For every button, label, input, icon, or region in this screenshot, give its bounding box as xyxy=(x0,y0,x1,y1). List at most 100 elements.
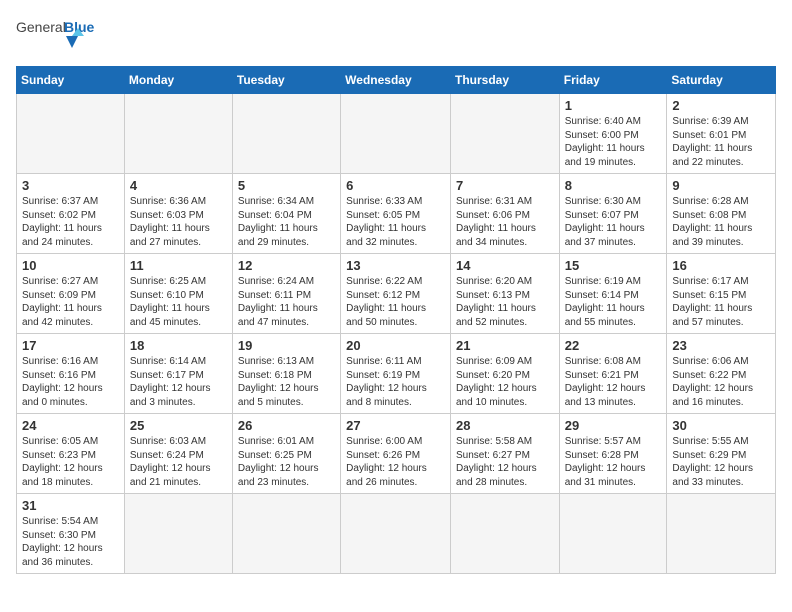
day-info: Sunrise: 6:05 AM Sunset: 6:23 PM Dayligh… xyxy=(22,435,119,489)
calendar-week-row: 1Sunrise: 6:40 AM Sunset: 6:00 PM Daylig… xyxy=(17,94,776,174)
calendar-week-row: 31 Sunrise: 5:54 AM Sunset: 6:30 PM Dayli… xyxy=(17,494,776,574)
day-number: 2 xyxy=(672,98,770,113)
day-number: 23 xyxy=(672,338,770,353)
day-number: 7 xyxy=(456,178,554,193)
day-number: 27 xyxy=(346,418,445,433)
day-info: Sunrise: 5:58 AM Sunset: 6:27 PM Dayligh… xyxy=(456,435,554,489)
weekday-header-sunday: Sunday xyxy=(17,67,125,94)
day-number: 9 xyxy=(672,178,770,193)
svg-text:General: General xyxy=(16,19,66,35)
day-info: Sunrise: 6:14 AM Sunset: 6:17 PM Dayligh… xyxy=(130,355,227,409)
day-number: 21 xyxy=(456,338,554,353)
calendar-cell: 10Sunrise: 6:27 AM Sunset: 6:09 PM Dayli… xyxy=(17,254,125,334)
calendar-cell: 12Sunrise: 6:24 AM Sunset: 6:11 PM Dayli… xyxy=(232,254,340,334)
day-number: 13 xyxy=(346,258,445,273)
day-info: Sunrise: 6:08 AM Sunset: 6:21 PM Dayligh… xyxy=(565,355,662,409)
calendar-week-row: 17Sunrise: 6:16 AM Sunset: 6:16 PM Dayli… xyxy=(17,334,776,414)
calendar-cell: 18 Sunrise: 6:14 AM Sunset: 6:17 PM Dayli… xyxy=(124,334,232,414)
day-info: Sunrise: 6:31 AM Sunset: 6:06 PM Dayligh… xyxy=(456,195,554,249)
calendar-cell: 3 Sunrise: 6:37 AM Sunset: 6:02 PM Daylig… xyxy=(17,174,125,254)
calendar-cell: 16 Sunrise: 6:17 AM Sunset: 6:15 PM Dayli… xyxy=(667,254,776,334)
calendar-cell: 4 Sunrise: 6:36 AM Sunset: 6:03 PM Daylig… xyxy=(124,174,232,254)
day-number: 1 xyxy=(565,98,662,113)
calendar-cell: 27 Sunrise: 6:00 AM Sunset: 6:26 PM Dayli… xyxy=(341,414,451,494)
day-info: Sunrise: 6:36 AM Sunset: 6:03 PM Dayligh… xyxy=(130,195,227,249)
day-info: Sunrise: 6:33 AM Sunset: 6:05 PM Dayligh… xyxy=(346,195,445,249)
calendar-table: SundayMondayTuesdayWednesdayThursdayFrid… xyxy=(16,66,776,574)
day-info: Sunrise: 6:11 AM Sunset: 6:19 PM Dayligh… xyxy=(346,355,445,409)
day-info: Sunrise: 6:03 AM Sunset: 6:24 PM Dayligh… xyxy=(130,435,227,489)
calendar-cell: 31 Sunrise: 5:54 AM Sunset: 6:30 PM Dayli… xyxy=(17,494,125,574)
day-info: Sunrise: 5:54 AM Sunset: 6:30 PM Dayligh… xyxy=(22,515,119,569)
calendar-cell: 11 Sunrise: 6:25 AM Sunset: 6:10 PM Dayli… xyxy=(124,254,232,334)
calendar-cell: 29 Sunrise: 5:57 AM Sunset: 6:28 PM Dayli… xyxy=(559,414,667,494)
day-number: 6 xyxy=(346,178,445,193)
calendar-cell xyxy=(341,94,451,174)
day-number: 11 xyxy=(130,258,227,273)
calendar-cell: 17Sunrise: 6:16 AM Sunset: 6:16 PM Dayli… xyxy=(17,334,125,414)
day-info: Sunrise: 6:01 AM Sunset: 6:25 PM Dayligh… xyxy=(238,435,335,489)
weekday-header-monday: Monday xyxy=(124,67,232,94)
calendar-cell: 2Sunrise: 6:39 AM Sunset: 6:01 PM Daylig… xyxy=(667,94,776,174)
day-number: 29 xyxy=(565,418,662,433)
calendar-cell: 6 Sunrise: 6:33 AM Sunset: 6:05 PM Daylig… xyxy=(341,174,451,254)
day-info: Sunrise: 5:57 AM Sunset: 6:28 PM Dayligh… xyxy=(565,435,662,489)
calendar-cell xyxy=(450,494,559,574)
day-number: 3 xyxy=(22,178,119,193)
day-info: Sunrise: 6:30 AM Sunset: 6:07 PM Dayligh… xyxy=(565,195,662,249)
day-number: 26 xyxy=(238,418,335,433)
day-info: Sunrise: 6:19 AM Sunset: 6:14 PM Dayligh… xyxy=(565,275,662,329)
weekday-header-saturday: Saturday xyxy=(667,67,776,94)
calendar-cell: 5 Sunrise: 6:34 AM Sunset: 6:04 PM Daylig… xyxy=(232,174,340,254)
calendar-cell: 22 Sunrise: 6:08 AM Sunset: 6:21 PM Dayli… xyxy=(559,334,667,414)
day-number: 5 xyxy=(238,178,335,193)
calendar-cell: 21 Sunrise: 6:09 AM Sunset: 6:20 PM Dayli… xyxy=(450,334,559,414)
day-number: 25 xyxy=(130,418,227,433)
day-info: Sunrise: 6:00 AM Sunset: 6:26 PM Dayligh… xyxy=(346,435,445,489)
day-number: 8 xyxy=(565,178,662,193)
calendar-cell xyxy=(559,494,667,574)
calendar-week-row: 10Sunrise: 6:27 AM Sunset: 6:09 PM Dayli… xyxy=(17,254,776,334)
day-number: 14 xyxy=(456,258,554,273)
day-number: 10 xyxy=(22,258,119,273)
day-number: 31 xyxy=(22,498,119,513)
weekday-header-wednesday: Wednesday xyxy=(341,67,451,94)
weekday-header-tuesday: Tuesday xyxy=(232,67,340,94)
calendar-cell: 26 Sunrise: 6:01 AM Sunset: 6:25 PM Dayli… xyxy=(232,414,340,494)
day-info: Sunrise: 6:13 AM Sunset: 6:18 PM Dayligh… xyxy=(238,355,335,409)
day-number: 18 xyxy=(130,338,227,353)
day-info: Sunrise: 6:34 AM Sunset: 6:04 PM Dayligh… xyxy=(238,195,335,249)
day-number: 19 xyxy=(238,338,335,353)
calendar-cell: 8 Sunrise: 6:30 AM Sunset: 6:07 PM Daylig… xyxy=(559,174,667,254)
day-info: Sunrise: 6:09 AM Sunset: 6:20 PM Dayligh… xyxy=(456,355,554,409)
generalblue-logo: GeneralBlue xyxy=(16,16,106,56)
calendar-cell xyxy=(450,94,559,174)
day-number: 16 xyxy=(672,258,770,273)
calendar-cell: 15 Sunrise: 6:19 AM Sunset: 6:14 PM Dayli… xyxy=(559,254,667,334)
day-number: 4 xyxy=(130,178,227,193)
day-number: 22 xyxy=(565,338,662,353)
day-number: 15 xyxy=(565,258,662,273)
calendar-cell xyxy=(667,494,776,574)
day-info: Sunrise: 6:25 AM Sunset: 6:10 PM Dayligh… xyxy=(130,275,227,329)
day-info: Sunrise: 6:06 AM Sunset: 6:22 PM Dayligh… xyxy=(672,355,770,409)
calendar-cell: 19 Sunrise: 6:13 AM Sunset: 6:18 PM Dayli… xyxy=(232,334,340,414)
calendar-cell: 14Sunrise: 6:20 AM Sunset: 6:13 PM Dayli… xyxy=(450,254,559,334)
calendar-cell xyxy=(232,494,340,574)
calendar-week-row: 24Sunrise: 6:05 AM Sunset: 6:23 PM Dayli… xyxy=(17,414,776,494)
day-info: Sunrise: 6:17 AM Sunset: 6:15 PM Dayligh… xyxy=(672,275,770,329)
day-number: 12 xyxy=(238,258,335,273)
calendar-cell xyxy=(124,494,232,574)
day-number: 28 xyxy=(456,418,554,433)
page-header: GeneralBlue xyxy=(16,16,776,56)
calendar-cell: 9 Sunrise: 6:28 AM Sunset: 6:08 PM Daylig… xyxy=(667,174,776,254)
calendar-cell: 25 Sunrise: 6:03 AM Sunset: 6:24 PM Dayli… xyxy=(124,414,232,494)
day-info: Sunrise: 6:28 AM Sunset: 6:08 PM Dayligh… xyxy=(672,195,770,249)
weekday-header-thursday: Thursday xyxy=(450,67,559,94)
day-number: 17 xyxy=(22,338,119,353)
weekday-header-row: SundayMondayTuesdayWednesdayThursdayFrid… xyxy=(17,67,776,94)
calendar-cell: 7 Sunrise: 6:31 AM Sunset: 6:06 PM Daylig… xyxy=(450,174,559,254)
calendar-cell: 20Sunrise: 6:11 AM Sunset: 6:19 PM Dayli… xyxy=(341,334,451,414)
calendar-cell: 24Sunrise: 6:05 AM Sunset: 6:23 PM Dayli… xyxy=(17,414,125,494)
day-info: Sunrise: 6:37 AM Sunset: 6:02 PM Dayligh… xyxy=(22,195,119,249)
